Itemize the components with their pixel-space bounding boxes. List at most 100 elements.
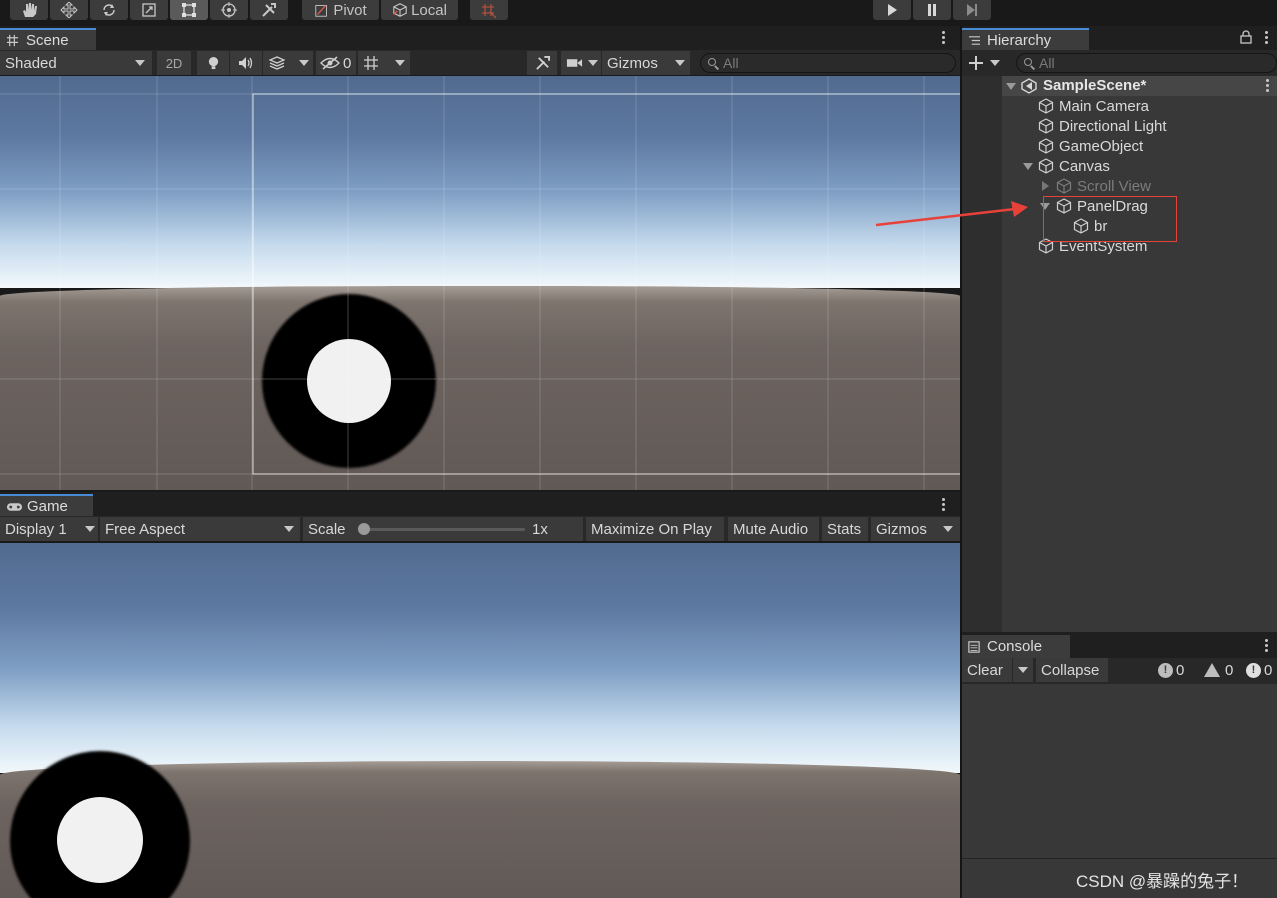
- hand-icon: [23, 3, 37, 17]
- tab-scene[interactable]: Scene: [0, 28, 96, 51]
- custom-tools-button[interactable]: [250, 0, 288, 20]
- game-panel: Game Display 1 Free Aspect Scale 1x Maxi…: [0, 492, 960, 898]
- scene-header-row[interactable]: SampleScene*: [1002, 76, 1277, 96]
- hierarchy-tab-label: Hierarchy: [987, 32, 1052, 49]
- scene-gizmos-dropdown[interactable]: Gizmos: [602, 51, 690, 75]
- mute-label: Mute Audio: [733, 520, 809, 538]
- hidden-count: 0: [343, 54, 352, 72]
- hierarchy-item-directional-light[interactable]: Directional Light: [1038, 116, 1167, 136]
- error-count: 0: [1264, 661, 1273, 679]
- custom-tools-icon: [262, 3, 276, 17]
- pivot-toggle[interactable]: Pivot: [302, 0, 379, 20]
- scene-grid-overlay: [262, 294, 436, 468]
- hierarchy-search-input[interactable]: All: [1016, 53, 1277, 73]
- error-icon: !: [1246, 662, 1261, 678]
- clear-options-dropdown[interactable]: [1013, 658, 1033, 682]
- error-filter-toggle[interactable]: ! 0: [1246, 658, 1272, 682]
- move-icon: [60, 2, 78, 18]
- grid-dropdown[interactable]: [358, 51, 410, 75]
- hierarchy-item-label: Canvas: [1059, 157, 1110, 175]
- stats-toggle[interactable]: Stats: [822, 517, 868, 541]
- audio-toggle[interactable]: [230, 51, 262, 75]
- pause-icon: [928, 4, 936, 16]
- scene-tab-label: Scene: [26, 32, 69, 49]
- grid-snap-button[interactable]: [470, 0, 508, 20]
- hierarchy-tab-strip: Hierarchy: [962, 26, 1277, 51]
- list-icon: [969, 36, 980, 45]
- chevron-down-icon: [284, 526, 294, 532]
- local-label: Local: [411, 1, 447, 19]
- hierarchy-item-canvas[interactable]: Canvas: [1038, 156, 1110, 176]
- scene-viewport[interactable]: [0, 76, 960, 490]
- canvas-expand-triangle-icon[interactable]: [1023, 163, 1033, 170]
- console-tab-strip: Console: [962, 632, 1277, 659]
- aspect-dropdown[interactable]: Free Aspect: [100, 517, 300, 541]
- annotation-highlight-box: [1043, 196, 1177, 242]
- hidden-objects-toggle[interactable]: 0: [316, 51, 356, 75]
- game-more-icon[interactable]: [942, 498, 946, 512]
- scene-search-input[interactable]: All: [700, 53, 956, 73]
- transform-tool-button[interactable]: [210, 0, 248, 20]
- grid-snap-icon: [482, 4, 497, 18]
- console-detail-divider[interactable]: [962, 858, 1277, 859]
- game-control-bar: Display 1 Free Aspect Scale 1x Maximize …: [0, 516, 960, 542]
- chevron-down-icon: [85, 526, 95, 532]
- scroll-view-expand-triangle-icon[interactable]: [1042, 181, 1049, 191]
- step-button[interactable]: [953, 0, 991, 20]
- hand-tool-button[interactable]: [10, 0, 48, 20]
- play-button[interactable]: [873, 0, 911, 20]
- warning-filter-toggle[interactable]: 0: [1204, 658, 1233, 682]
- shading-mode-dropdown[interactable]: Shaded: [0, 51, 152, 75]
- info-filter-toggle[interactable]: ! 0: [1158, 658, 1184, 682]
- scale-slider-thumb[interactable]: [358, 523, 370, 535]
- lock-icon[interactable]: [1240, 30, 1252, 44]
- warning-icon: [1204, 663, 1220, 677]
- scene-tools-button[interactable]: [527, 51, 557, 75]
- move-tool-button[interactable]: [50, 0, 88, 20]
- scene-panel: Scene Shaded 2D 0 Gizmos All: [0, 26, 960, 490]
- lighting-toggle[interactable]: [197, 51, 229, 75]
- 2d-toggle[interactable]: 2D: [157, 51, 191, 75]
- gameobject-cube-icon: [1038, 138, 1054, 154]
- tab-hierarchy[interactable]: Hierarchy: [962, 28, 1089, 51]
- effects-dropdown[interactable]: [263, 51, 313, 75]
- scene-search-placeholder: All: [723, 55, 739, 71]
- tab-game[interactable]: Game: [0, 494, 93, 517]
- scene-more-icon[interactable]: [942, 31, 946, 45]
- hierarchy-item-gameobject[interactable]: GameObject: [1038, 136, 1143, 156]
- chevron-down-icon: [395, 60, 405, 66]
- pivot-icon: [315, 5, 328, 17]
- rotate-tool-button[interactable]: [90, 0, 128, 20]
- game-sky: [0, 543, 960, 773]
- display-dropdown[interactable]: Display 1: [0, 517, 98, 541]
- pause-button[interactable]: [913, 0, 951, 20]
- collapse-toggle[interactable]: Collapse: [1036, 658, 1108, 682]
- clear-button[interactable]: Clear: [962, 658, 1012, 682]
- local-toggle[interactable]: Local: [381, 0, 458, 20]
- hierarchy-item-label: Scroll View: [1077, 177, 1151, 195]
- camera-dropdown[interactable]: [561, 51, 601, 75]
- shading-mode-value: Shaded: [5, 54, 57, 72]
- info-count: 0: [1176, 661, 1185, 679]
- maximize-on-play-toggle[interactable]: Maximize On Play: [586, 517, 724, 541]
- console-more-icon[interactable]: [1265, 639, 1269, 653]
- scene-name: SampleScene*: [1043, 77, 1147, 94]
- hierarchy-search-placeholder: All: [1039, 55, 1055, 71]
- game-gizmos-dropdown[interactable]: Gizmos: [871, 517, 960, 541]
- tab-console[interactable]: Console: [962, 635, 1070, 658]
- hierarchy-item-main-camera[interactable]: Main Camera: [1038, 96, 1149, 116]
- game-viewport[interactable]: [0, 543, 960, 898]
- scale-slider-track[interactable]: [365, 528, 525, 531]
- mute-audio-toggle[interactable]: Mute Audio: [728, 517, 819, 541]
- create-dropdown[interactable]: [968, 53, 1004, 73]
- hierarchy-item-scroll-view[interactable]: Scroll View: [1056, 176, 1151, 196]
- rotate-icon: [103, 4, 115, 16]
- scene-row-more-icon[interactable]: [1266, 79, 1270, 93]
- eye-slash-icon: [320, 56, 340, 70]
- scale-tool-button[interactable]: [130, 0, 168, 20]
- grid-hash-icon: [6, 34, 19, 47]
- rect-tool-button[interactable]: [170, 0, 208, 20]
- annotation-arrow: [875, 201, 1028, 227]
- hierarchy-more-icon[interactable]: [1265, 31, 1269, 45]
- expand-triangle-icon[interactable]: [1006, 83, 1016, 90]
